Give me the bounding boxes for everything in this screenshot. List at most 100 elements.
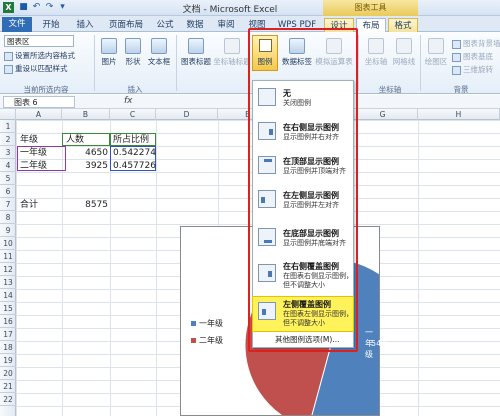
cell-a7[interactable]: 合计 [20, 199, 38, 211]
name-box[interactable]: 图表 6 [3, 96, 75, 108]
shapes-icon [125, 38, 141, 54]
row-header[interactable]: 7 [0, 198, 16, 211]
row-header[interactable]: 8 [0, 211, 16, 224]
cell-a3[interactable]: 一年级 [20, 147, 47, 159]
column-header[interactable]: A [16, 109, 62, 120]
row-header[interactable]: 22 [0, 393, 16, 406]
shapes-button[interactable]: 形状 [122, 38, 144, 67]
cell-c3[interactable]: 0.542274 [113, 147, 156, 159]
chart-element-selector[interactable]: 图表区 [4, 35, 74, 47]
row-header[interactable]: 6 [0, 185, 16, 198]
tab-page-layout[interactable]: 页面布局 [104, 18, 148, 32]
column-header[interactable]: C [110, 109, 156, 120]
picture-button[interactable]: 图片 [98, 38, 120, 67]
tab-formulas[interactable]: 公式 [152, 18, 178, 32]
column-header[interactable]: H [418, 109, 500, 120]
tab-layout[interactable]: 布局 [356, 18, 386, 32]
cell-a2[interactable]: 年级 [20, 134, 38, 146]
tab-insert[interactable]: 插入 [70, 18, 100, 32]
row-header[interactable]: 14 [0, 289, 16, 302]
cell-b4[interactable]: 3925 [62, 160, 108, 172]
column-header[interactable]: B [62, 109, 110, 120]
textbox-icon [151, 38, 167, 54]
cell-c4[interactable]: 0.457726 [113, 160, 156, 172]
tab-format[interactable]: 格式 [388, 18, 418, 32]
plot-area-button[interactable]: 绘图区 [423, 38, 449, 67]
chart-title-button[interactable]: 图表标题 [180, 38, 212, 67]
row-header[interactable]: 18 [0, 341, 16, 354]
more-legend-options[interactable]: 其他图例选项(M)... [275, 334, 339, 345]
plot-area-icon [428, 38, 444, 54]
menu-item-overlay-left[interactable]: 左侧覆盖图例 在图表左侧显示图例，但不调整大小 [252, 296, 354, 332]
cell-b7[interactable]: 8575 [62, 199, 108, 211]
row-header[interactable]: 19 [0, 354, 16, 367]
menu-item-overlay-right[interactable]: 在右侧覆盖图例 在图表右侧显示图例，但不调整大小 [253, 259, 353, 295]
cell-c2[interactable]: 所占比例 [113, 134, 149, 146]
tab-home[interactable]: 开始 [36, 18, 66, 32]
divider [358, 35, 359, 91]
row-headers: 1 2 3 4 5 6 7 8 9 10 11 12 13 14 15 16 1… [0, 120, 16, 416]
menu-item-none[interactable]: 无 关闭图例 [253, 85, 353, 113]
group-label-background: 背景 [453, 85, 469, 94]
reset-style-button[interactable]: 重设以匹配样式 [4, 63, 68, 74]
menu-item-right[interactable]: 在右侧显示图例 显示图例并右对齐 [253, 119, 353, 147]
column-header[interactable]: D [156, 109, 218, 120]
customize-toolbar-icon[interactable]: ▾ [57, 2, 68, 13]
fx-icon[interactable]: fx [124, 96, 133, 106]
chart-floor-button[interactable]: 图表基底 [452, 51, 493, 62]
row-header[interactable]: 13 [0, 276, 16, 289]
chart-tools-label: 图表工具 [323, 0, 418, 16]
axis-title-button[interactable]: 坐标轴标题 [213, 38, 251, 67]
menu-item-left[interactable]: 在左侧显示图例 显示图例并左对齐 [253, 187, 353, 215]
excel-app-icon[interactable]: X [3, 2, 14, 13]
row-header[interactable]: 11 [0, 250, 16, 263]
chart-floor-icon [452, 52, 461, 62]
tab-file[interactable]: 文件 [2, 17, 32, 32]
legend-bottom-icon [258, 228, 276, 246]
chart-title-icon [188, 38, 204, 54]
column-header[interactable]: G [348, 109, 418, 120]
row-header[interactable]: 12 [0, 263, 16, 276]
menu-item-top[interactable]: 在顶部显示图例 显示图例并顶端对齐 [253, 153, 353, 181]
cell-a4[interactable]: 二年级 [20, 160, 47, 172]
axes-icon [368, 38, 384, 54]
data-label-pct: 54% [371, 339, 389, 348]
gridlines-button[interactable]: 网格线 [390, 38, 418, 67]
undo-icon[interactable]: ↶ [31, 2, 42, 13]
row-header[interactable]: 2 [0, 133, 16, 146]
row-header[interactable]: 1 [0, 120, 16, 133]
menu-item-bottom[interactable]: 在底部显示图例 显示图例并底端对齐 [253, 225, 353, 253]
select-all[interactable] [0, 109, 16, 120]
chart-wall-button[interactable]: 图表背景墙 [452, 38, 500, 49]
row-header[interactable]: 4 [0, 159, 16, 172]
picture-icon [101, 38, 117, 54]
legend-left-icon [258, 190, 276, 208]
axes-button[interactable]: 坐标轴 [362, 38, 390, 67]
redo-icon[interactable]: ↷ [44, 2, 55, 13]
reset-icon [4, 64, 13, 74]
group-label-insert: 插入 [127, 85, 143, 94]
row-header[interactable]: 21 [0, 380, 16, 393]
row-header[interactable]: 16 [0, 315, 16, 328]
tab-review[interactable]: 审阅 [212, 18, 240, 32]
textbox-button[interactable]: 文本框 [146, 38, 172, 67]
save-icon[interactable]: ■ [18, 2, 29, 13]
chart-wall-icon [452, 39, 461, 49]
window-title: 文档 - Microsoft Excel [182, 5, 278, 15]
row-header[interactable]: 10 [0, 237, 16, 250]
row-header[interactable]: 3 [0, 146, 16, 159]
cell-b3[interactable]: 4650 [62, 147, 108, 159]
row-header[interactable]: 5 [0, 172, 16, 185]
legend-top-icon [258, 156, 276, 174]
row-header[interactable]: 9 [0, 224, 16, 237]
row-header[interactable]: 20 [0, 367, 16, 380]
axis-title-icon [224, 38, 240, 54]
gridline [156, 120, 157, 416]
row-header[interactable]: 17 [0, 328, 16, 341]
tab-data[interactable]: 数据 [182, 18, 208, 32]
format-selection-button[interactable]: 设置所选内容格式 [4, 50, 75, 61]
group-label-axes: 坐标轴 [378, 85, 402, 94]
3d-rotation-button[interactable]: 三维旋转 [452, 64, 493, 75]
row-header[interactable]: 15 [0, 302, 16, 315]
cell-b2[interactable]: 人数 [66, 134, 84, 146]
